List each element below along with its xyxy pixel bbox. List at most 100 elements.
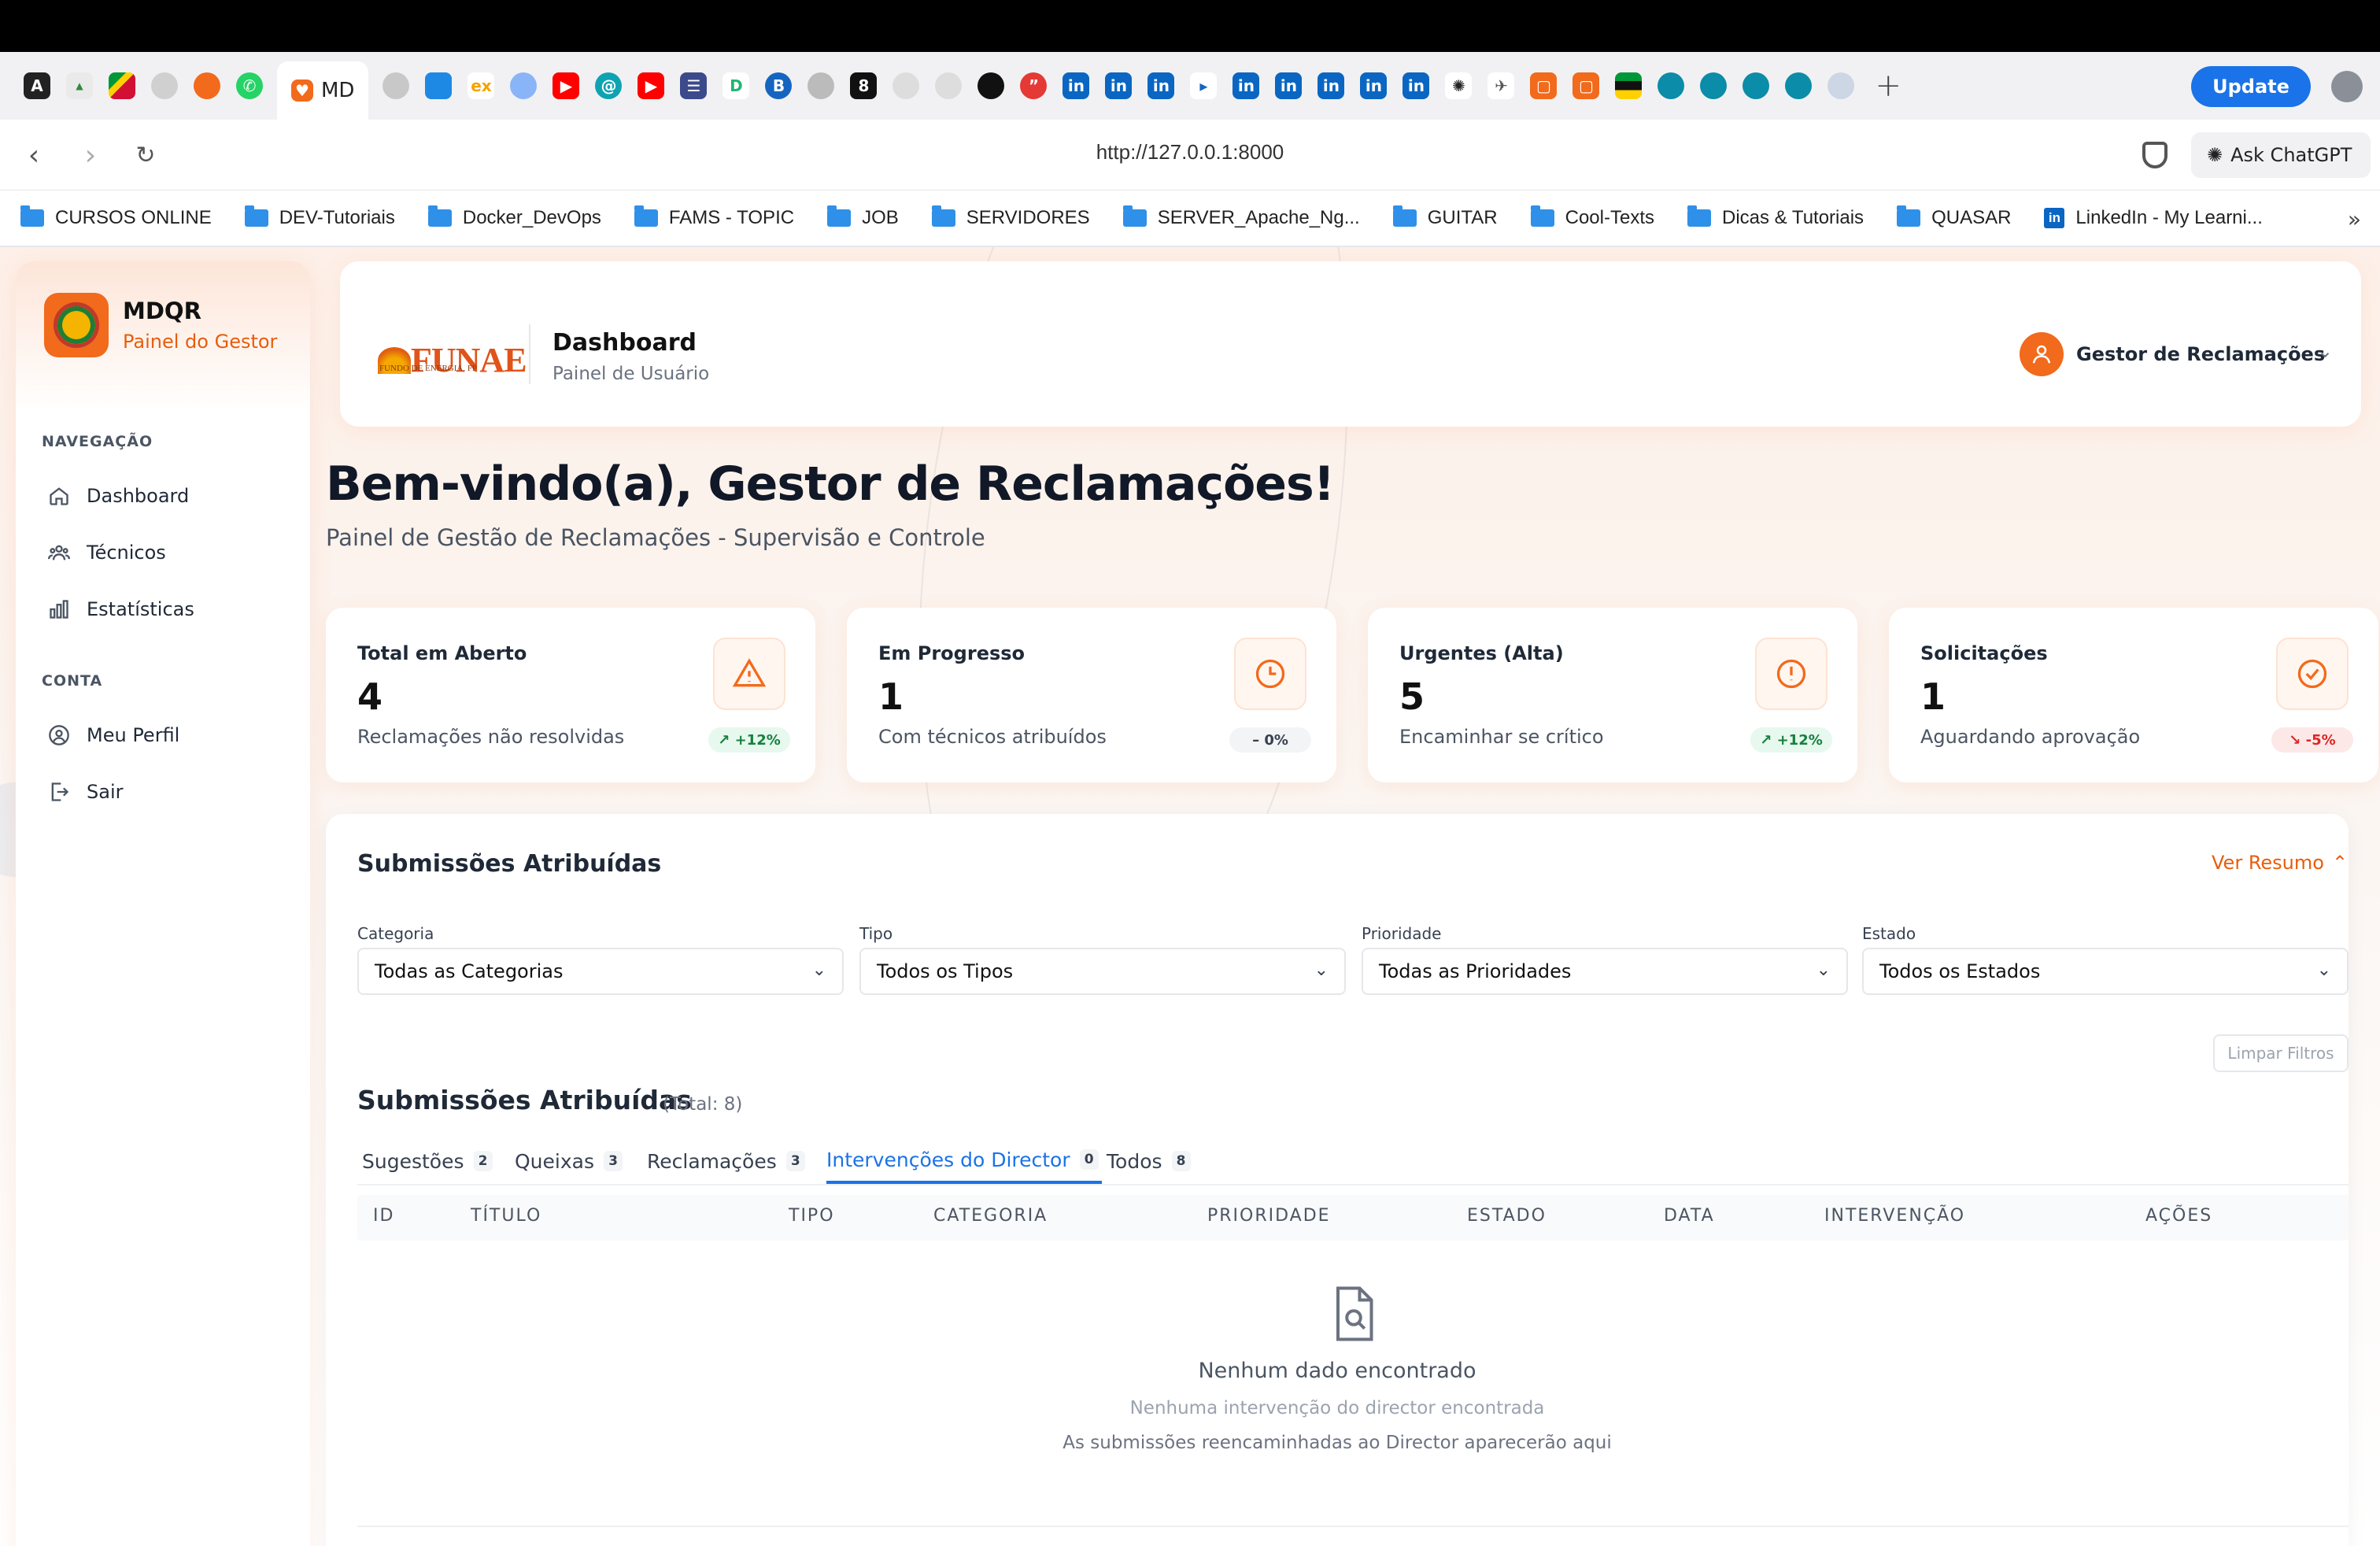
ver-resumo-label: Ver Resumo — [2212, 852, 2324, 874]
tab-favicon-icon[interactable]: B — [765, 72, 793, 99]
youtube-icon[interactable]: ▶ — [552, 72, 580, 99]
tab-favicon-icon[interactable] — [808, 72, 835, 99]
tab-favicon-icon[interactable]: ▸ — [1190, 72, 1218, 99]
stat-card-solicitacoes[interactable]: Solicitações 1 Aguardando aprovação ↘ -5… — [1889, 608, 2378, 782]
tab-favicon-icon[interactable]: ▢ — [1572, 72, 1600, 99]
stat-value: 1 — [1920, 675, 1946, 718]
folder-icon — [1687, 205, 1711, 227]
tab-favicon-icon[interactable] — [510, 72, 538, 99]
tab-favicon-icon[interactable]: A — [24, 72, 50, 99]
sidebar-item-dashboard[interactable]: Dashboard — [47, 479, 189, 513]
stat-card-total-aberto[interactable]: Total em Aberto 4 Reclamações não resolv… — [326, 608, 815, 782]
forward-icon[interactable]: › — [71, 135, 110, 175]
linkedin-icon[interactable]: in — [1402, 72, 1430, 99]
bookmark-item[interactable]: CURSOS ONLINE — [20, 205, 212, 229]
tab-favicon-icon[interactable] — [109, 72, 135, 99]
bookmark-item[interactable]: SERVER_Apache_Ng... — [1122, 205, 1360, 229]
tab-favicon-icon[interactable]: ” — [1020, 72, 1048, 99]
linkedin-icon[interactable]: in — [1275, 72, 1303, 99]
github-icon[interactable] — [978, 72, 1005, 99]
tab-intervencoes-director[interactable]: Intervenções do Director 0 — [826, 1138, 1102, 1184]
sidebar-item-meu-perfil[interactable]: Meu Perfil — [47, 718, 179, 753]
bookmark-item[interactable]: Cool-Texts — [1530, 205, 1654, 229]
top-header: FUNAE FUNDO DE ENERGIA, FP Dashboard Pai… — [340, 261, 2361, 427]
tab-todos[interactable]: Todos 8 — [1107, 1138, 1191, 1184]
bookmark-item[interactable]: GUITAR — [1392, 205, 1498, 229]
tab-queixas[interactable]: Queixas 3 — [515, 1138, 623, 1184]
tab-favicon-icon[interactable] — [1700, 72, 1728, 99]
whatsapp-icon[interactable]: ✆ — [236, 72, 263, 99]
bookmark-item[interactable]: SERVIDORES — [931, 205, 1090, 229]
linkedin-icon[interactable]: in — [1318, 72, 1345, 99]
select-value: Todos os Estados — [1879, 960, 2041, 982]
select-value: Todos os Tipos — [877, 960, 1014, 982]
tab-favicon-icon[interactable] — [1743, 72, 1770, 99]
reload-icon[interactable]: ↻ — [126, 135, 165, 175]
address-bar-row: ‹ › ↻ http://127.0.0.1:8000 ✺ Ask ChatGP… — [0, 120, 2380, 190]
tipo-select[interactable]: Todos os Tipos ⌄ — [859, 948, 1346, 995]
linkedin-icon[interactable]: in — [1062, 72, 1090, 99]
bookmark-item[interactable]: JOB — [827, 205, 899, 229]
tab-favicon-icon[interactable]: @ — [595, 72, 623, 99]
bookmark-item[interactable]: Docker_DevOps — [427, 205, 601, 229]
bookmarks-bar: CURSOS ONLINE DEV-Tutoriais Docker_DevOp… — [0, 190, 2380, 247]
github-icon[interactable] — [893, 72, 920, 99]
linkedin-icon[interactable]: in — [1232, 72, 1260, 99]
bookmark-item[interactable]: in LinkedIn - My Learni... — [2044, 207, 2263, 229]
tab-sugestoes[interactable]: Sugestões 2 — [362, 1138, 493, 1184]
bookmark-item[interactable]: Dicas & Tutoriais — [1687, 205, 1864, 229]
tab-favicon-icon[interactable] — [1615, 72, 1643, 99]
sidebar-item-estatisticas[interactable]: Estatísticas — [47, 592, 194, 627]
new-tab-icon[interactable]: + — [1875, 68, 1901, 104]
user-menu-name[interactable]: Gestor de Reclamações — [2076, 343, 2325, 365]
active-tab[interactable]: ♥ MD — [277, 61, 369, 120]
youtube-icon[interactable]: ▶ — [638, 72, 665, 99]
shield-icon[interactable] — [2142, 142, 2168, 168]
tab-favicon-icon[interactable]: ▢ — [1530, 72, 1558, 99]
prioridade-select[interactable]: Todas as Prioridades ⌄ — [1362, 948, 1848, 995]
stat-card-urgentes[interactable]: Urgentes (Alta) 5 Encaminhar se crítico … — [1368, 608, 1857, 782]
tab-favicon-icon[interactable]: ex — [468, 72, 495, 99]
trend-badge: – 0% — [1229, 727, 1311, 753]
update-button[interactable]: Update — [2191, 66, 2311, 107]
linkedin-icon[interactable]: in — [1148, 72, 1175, 99]
tab-favicon-icon[interactable] — [1785, 72, 1813, 99]
tab-favicon-icon[interactable] — [382, 72, 410, 99]
ask-chatgpt-button[interactable]: ✺ Ask ChatGPT — [2191, 132, 2371, 178]
clear-filters-button[interactable]: Limpar Filtros — [2213, 1034, 2349, 1072]
tab-favicon-icon[interactable]: 8 — [850, 72, 878, 99]
tab-favicon-icon[interactable]: ✈ — [1488, 72, 1515, 99]
user-avatar-icon[interactable] — [2020, 332, 2064, 376]
tab-favicon-icon[interactable] — [194, 72, 220, 99]
url-field[interactable]: http://127.0.0.1:8000 — [944, 140, 1436, 165]
linkedin-icon[interactable]: in — [1105, 72, 1133, 99]
sidebar-item-sair[interactable]: Sair — [47, 775, 123, 809]
browser-profile-avatar[interactable] — [2331, 71, 2363, 102]
app-subtitle: Painel do Gestor — [123, 331, 278, 353]
tab-favicon-icon[interactable] — [151, 72, 178, 99]
chevron-down-icon[interactable]: ⌄ — [2317, 340, 2333, 362]
funae-logo: FUNAE — [378, 340, 527, 380]
welcome-subtitle: Painel de Gestão de Reclamações - Superv… — [326, 524, 985, 551]
chatgpt-icon[interactable]: ✺ — [1445, 72, 1473, 99]
tab-favicon-icon[interactable]: D — [722, 72, 750, 99]
tab-favicon-icon[interactable] — [1658, 72, 1685, 99]
linkedin-icon[interactable]: in — [1360, 72, 1388, 99]
tab-favicon-icon[interactable] — [1828, 72, 1855, 99]
stat-card-em-progresso[interactable]: Em Progresso 1 Com técnicos atribuídos –… — [847, 608, 1336, 782]
back-icon[interactable]: ‹ — [14, 135, 54, 175]
tab-reclamacoes[interactable]: Reclamações 3 — [647, 1138, 805, 1184]
sidebar-item-tecnicos[interactable]: Técnicos — [47, 535, 166, 570]
more-bookmarks-icon[interactable]: » — [2348, 206, 2361, 232]
tab-favicon-icon[interactable] — [425, 72, 453, 99]
ver-resumo-button[interactable]: Ver Resumo ⌃ — [2212, 852, 2348, 874]
tab-favicon-icon[interactable]: ▲ — [66, 72, 93, 99]
tab-favicon-icon[interactable]: ☰ — [680, 72, 708, 99]
bookmark-item[interactable]: FAMS - TOPIC — [634, 205, 794, 229]
github-icon[interactable] — [935, 72, 963, 99]
home-icon — [47, 484, 71, 508]
bookmark-item[interactable]: QUASAR — [1897, 205, 2011, 229]
estado-select[interactable]: Todos os Estados ⌄ — [1862, 948, 2349, 995]
categoria-select[interactable]: Todas as Categorias ⌄ — [357, 948, 844, 995]
bookmark-item[interactable]: DEV-Tutoriais — [244, 205, 395, 229]
